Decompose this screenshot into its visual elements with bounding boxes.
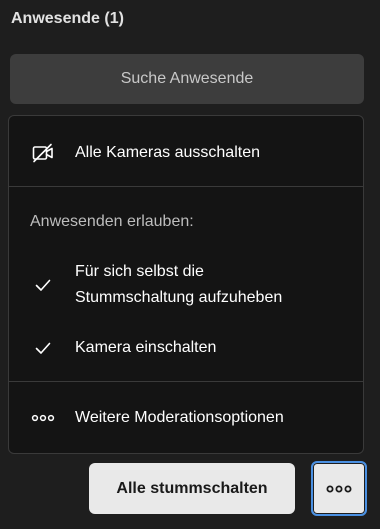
more-dots-icon bbox=[31, 406, 55, 430]
participants-panel: Anwesende (1) Suche Anwesende Alle Kamer… bbox=[0, 0, 380, 529]
more-dots-icon bbox=[325, 484, 353, 494]
menu-divider bbox=[9, 186, 363, 187]
menu-item-allow-unmute[interactable]: Für sich selbst die Stummschaltung aufzu… bbox=[9, 259, 363, 311]
mute-all-button[interactable]: Alle stummschalten bbox=[89, 463, 295, 514]
menu-item-disable-all-cameras[interactable]: Alle Kameras ausschalten bbox=[9, 138, 363, 168]
menu-item-label: Weitere Moderationsoptionen bbox=[75, 409, 284, 426]
menu-item-label: Für sich selbst die Stummschaltung aufzu… bbox=[75, 259, 282, 311]
more-options-button[interactable] bbox=[311, 461, 367, 516]
camera-off-icon bbox=[31, 141, 55, 165]
menu-item-more-moderation-options[interactable]: Weitere Moderationsoptionen bbox=[9, 403, 363, 433]
checkmark-icon bbox=[31, 273, 55, 297]
moderation-menu: Alle Kameras ausschalten Anwesenden erla… bbox=[8, 115, 364, 454]
checkmark-icon bbox=[31, 336, 55, 360]
menu-item-allow-camera[interactable]: Kamera einschalten bbox=[9, 333, 363, 363]
menu-divider bbox=[9, 381, 363, 382]
menu-item-label-line1: Für sich selbst die bbox=[75, 263, 204, 280]
menu-item-label: Alle Kameras ausschalten bbox=[75, 144, 260, 161]
allow-section-label: Anwesenden erlauben: bbox=[30, 213, 194, 230]
panel-title: Anwesende (1) bbox=[11, 10, 124, 27]
search-participants-button[interactable]: Suche Anwesende bbox=[10, 54, 364, 104]
menu-item-label: Kamera einschalten bbox=[75, 339, 217, 356]
menu-item-label-line2: Stummschaltung aufzuheben bbox=[75, 289, 283, 306]
